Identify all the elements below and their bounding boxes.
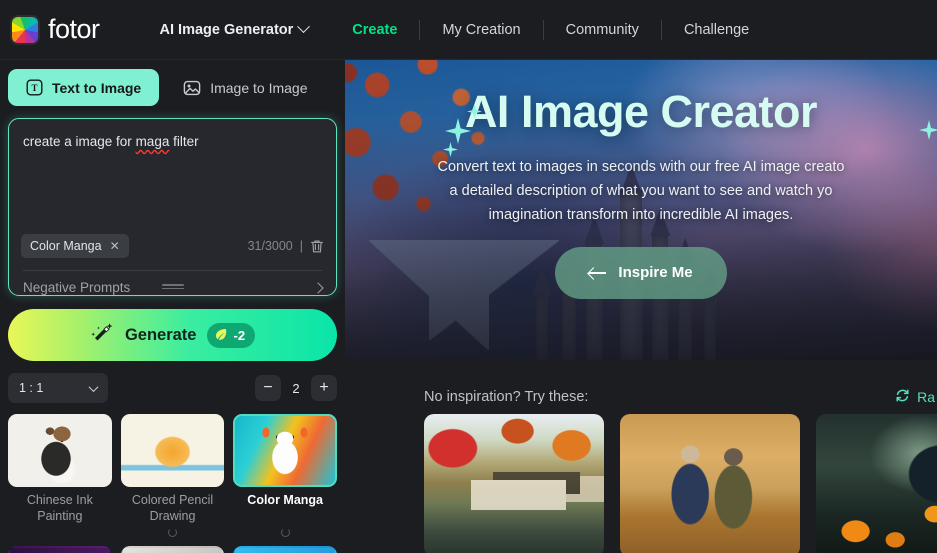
minus-icon[interactable]: − [255, 375, 281, 401]
main-content: AI Image Creator Convert text to images … [345, 60, 937, 553]
hero-banner: AI Image Creator Convert text to images … [345, 60, 937, 360]
style-grid-next-row [8, 546, 337, 553]
style-thumbnail [121, 414, 225, 487]
prompt-editor[interactable]: create a image for maga filter Color Man… [8, 118, 337, 296]
hero-title: AI Image Creator [464, 86, 818, 137]
loading-spinner-icon [280, 528, 290, 538]
credit-cost-badge: -2 [207, 322, 256, 348]
generation-controls: 1 : 1 − 2 + [8, 373, 337, 403]
hero-description-line-3: imagination transform into incredible AI… [488, 206, 794, 223]
generate-label: Generate [124, 325, 197, 344]
mode-tabs: T Text to Image Image to Image [8, 60, 337, 106]
inspiration-header: No inspiration? Try these: Ra [345, 360, 937, 412]
left-sidebar-panel: T Text to Image Image to Image create a … [0, 60, 345, 553]
prompt-chip-row: Color Manga ✕ 31/3000 | [21, 231, 324, 261]
prompt-counter-group: 31/3000 | [248, 239, 324, 254]
main-nav: AI Image Generator Create My Creation Co… [138, 0, 772, 59]
style-label: Color Manga [247, 493, 323, 507]
inspiration-card-japanese-autumn-village[interactable] [424, 414, 604, 553]
random-refresh-label: Ra [917, 389, 935, 405]
plus-icon[interactable]: + [311, 375, 337, 401]
resize-handle-icon[interactable] [161, 282, 184, 291]
aspect-ratio-value: 1 : 1 [19, 381, 44, 395]
inspire-me-button[interactable]: Inspire Me [555, 246, 727, 299]
fotor-color-wheel-logo-icon [10, 14, 40, 45]
tab-image-to-image[interactable]: Image to Image [165, 69, 325, 106]
random-refresh-button[interactable]: Ra [894, 387, 937, 407]
inspiration-grid [345, 414, 937, 553]
style-label: Chinese Ink Painting [26, 493, 93, 523]
prompt-text[interactable]: create a image for maga filter [9, 119, 336, 231]
style-loading-row [8, 528, 337, 538]
hero-description-line-1: Convert text to images in seconds with o… [437, 159, 845, 175]
style-thumbnail [233, 414, 337, 487]
fotor-ai-image-generator-page: fotor AI Image Generator Create My Creat… [0, 0, 937, 553]
style-card-colored-pencil-drawing[interactable]: Colored Pencil Drawing [121, 414, 225, 524]
trash-icon[interactable] [310, 239, 324, 254]
inspiration-card-children-autumn-forest[interactable] [620, 414, 800, 553]
nav-my-creation[interactable]: My Creation [420, 22, 542, 38]
leaf-credit-icon [214, 327, 228, 344]
svg-text:T: T [31, 83, 37, 93]
inspiration-card-haunted-house-pumpkins[interactable] [816, 414, 937, 553]
style-thumbnail-partial[interactable] [8, 546, 112, 553]
nav-challenge[interactable]: Challenge [662, 22, 771, 38]
credit-cost-value: -2 [233, 327, 246, 343]
style-chip-label: Color Manga [30, 239, 102, 253]
counter-separator: | [299, 239, 303, 253]
text-box-icon: T [26, 79, 43, 96]
arrow-left-icon [589, 267, 607, 278]
style-thumbnail-partial[interactable] [233, 546, 337, 553]
inspiration-title: No inspiration? Try these: [424, 389, 589, 405]
hero-content: AI Image Creator Convert text to images … [345, 60, 937, 299]
magic-wand-icon [90, 322, 114, 349]
tab-text-to-image-label: Text to Image [52, 79, 142, 96]
brand-logo[interactable]: fotor [0, 14, 100, 45]
generate-button[interactable]: Generate -2 [8, 309, 337, 361]
prompt-text-after: filter [169, 134, 199, 149]
close-icon[interactable]: ✕ [110, 240, 120, 252]
char-counter: 31/3000 [247, 239, 293, 253]
negative-prompts-label: Negative Prompts [23, 280, 131, 295]
nav-create[interactable]: Create [330, 22, 419, 38]
style-card-color-manga[interactable]: Color Manga [233, 414, 337, 524]
image-icon [183, 79, 201, 97]
tab-text-to-image[interactable]: T Text to Image [8, 69, 160, 106]
hero-description: Convert text to images in seconds with o… [345, 156, 937, 228]
style-label: Colored Pencil Drawing [131, 493, 214, 523]
style-thumbnail [8, 414, 112, 487]
top-header: fotor AI Image Generator Create My Creat… [0, 0, 937, 60]
nav-ai-image-generator-label: AI Image Generator [159, 21, 294, 38]
nav-ai-image-generator[interactable]: AI Image Generator [138, 20, 331, 38]
aspect-ratio-select[interactable]: 1 : 1 [8, 373, 108, 403]
chevron-right-icon [312, 281, 324, 294]
style-grid: Chinese Ink Painting Colored Pencil Draw… [8, 414, 337, 524]
quantity-value: 2 [292, 380, 300, 396]
style-chip[interactable]: Color Manga ✕ [21, 234, 129, 258]
inspire-me-label: Inspire Me [618, 264, 693, 282]
style-card-chinese-ink-painting[interactable]: Chinese Ink Painting [8, 414, 112, 524]
style-thumbnail-partial[interactable] [120, 546, 225, 553]
prompt-misspelled-word: maga [135, 134, 170, 149]
refresh-icon [894, 387, 911, 407]
chevron-down-icon [88, 381, 99, 392]
prompt-text-before: create a image for [23, 134, 136, 149]
quantity-stepper: − 2 + [255, 375, 337, 401]
nav-community[interactable]: Community [544, 22, 661, 38]
chevron-down-icon [297, 20, 311, 34]
brand-name: fotor [48, 14, 100, 44]
loading-spinner-icon [167, 528, 177, 538]
tab-image-to-image-label: Image to Image [210, 79, 308, 96]
hero-description-line-2: a detailed description of what you want … [449, 182, 833, 199]
